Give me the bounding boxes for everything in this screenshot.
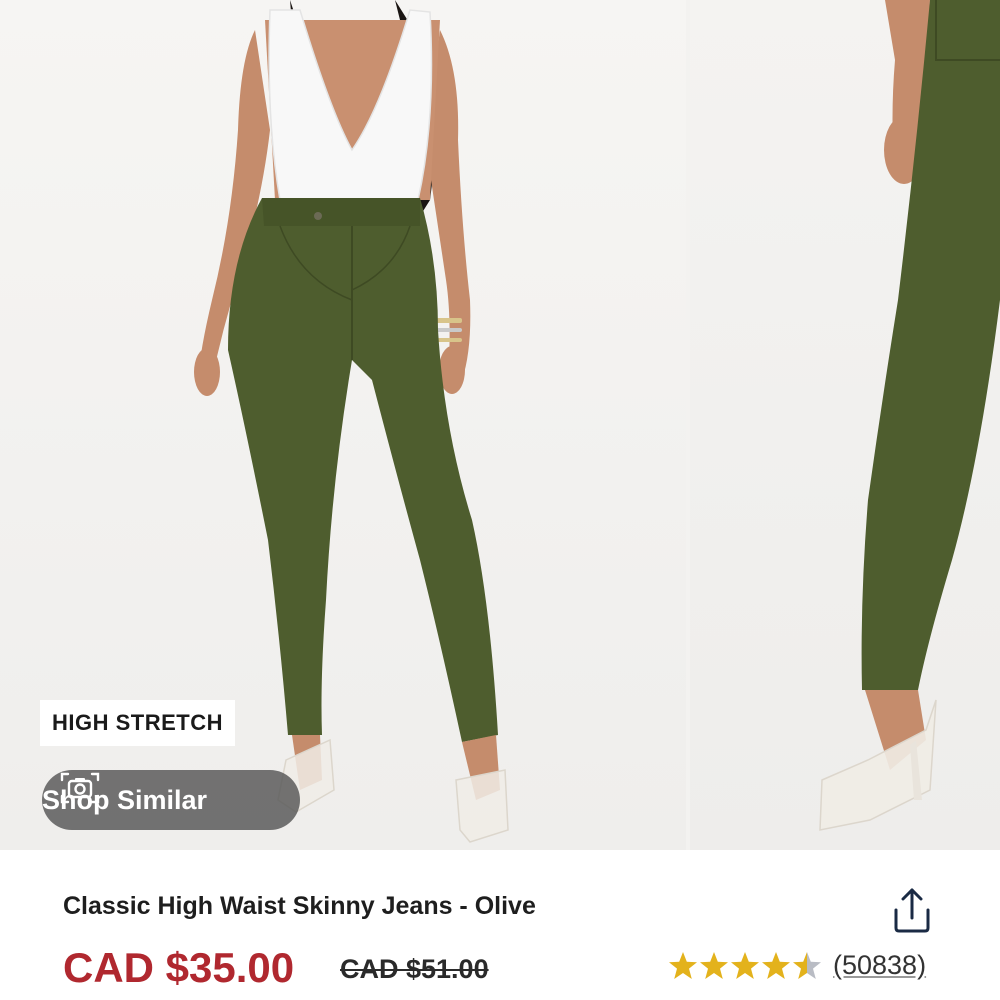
product-info: Classic High Waist Skinny Jeans - Olive … xyxy=(0,850,1000,1000)
model-side-illustration xyxy=(819,0,1000,831)
star-icon xyxy=(731,951,759,979)
star-icon xyxy=(669,951,697,979)
product-image-gallery[interactable]: HIGH STRETCH Shop Similar xyxy=(0,0,1000,850)
camera-icon xyxy=(60,772,100,804)
review-count[interactable]: (50838) xyxy=(833,950,926,981)
rating-stars xyxy=(669,951,821,979)
product-title: Classic High Waist Skinny Jeans - Olive xyxy=(63,892,536,920)
shop-similar-button[interactable]: Shop Similar xyxy=(42,770,300,830)
star-icon xyxy=(762,951,790,979)
rating-summary[interactable]: (50838) xyxy=(668,950,926,981)
star-half-icon xyxy=(793,951,821,979)
product-photo-front[interactable]: HIGH STRETCH Shop Similar xyxy=(0,0,686,850)
sale-price: CAD $35.00 xyxy=(63,944,295,991)
original-price: CAD $51.00 xyxy=(340,954,489,984)
product-photo-side[interactable] xyxy=(690,0,1000,850)
high-stretch-badge: HIGH STRETCH xyxy=(40,700,235,746)
star-icon xyxy=(700,951,728,979)
share-icon[interactable] xyxy=(886,884,938,936)
